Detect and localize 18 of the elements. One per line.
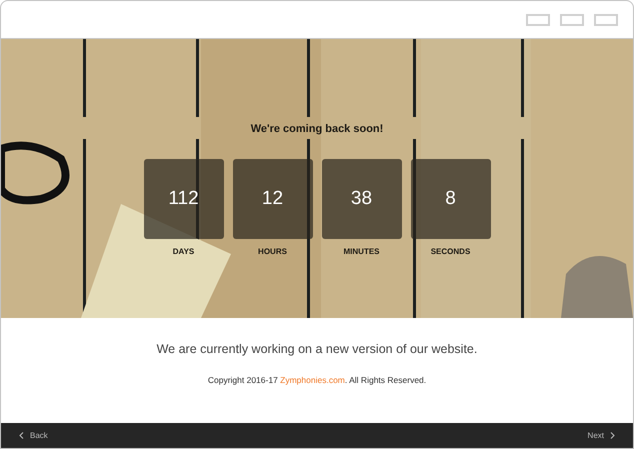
window-control[interactable]: [594, 14, 618, 26]
countdown-value: 8: [410, 159, 490, 239]
back-button[interactable]: Back: [17, 429, 50, 442]
status-message: We are currently working on a new version of our website.: [156, 342, 478, 356]
countdown-value: 112: [144, 159, 224, 239]
headline: We're coming back soon!: [250, 123, 384, 135]
next-button[interactable]: Next: [586, 429, 617, 442]
countdown-unit: DAYS: [172, 247, 194, 256]
chevron-right-icon: [610, 432, 615, 439]
copyright-text: Copyright 2016-17 Zymphonies.com. All Rights Reserved.: [208, 375, 426, 385]
countdown-unit: HOURS: [258, 247, 287, 256]
countdown-value: 12: [232, 159, 312, 239]
countdown-unit: MINUTES: [344, 247, 380, 256]
window-control[interactable]: [526, 14, 550, 26]
countdown-value: 38: [322, 159, 402, 239]
chevron-left-icon: [19, 432, 24, 439]
countdown-unit: SECONDS: [430, 247, 470, 256]
window-control[interactable]: [560, 14, 584, 26]
